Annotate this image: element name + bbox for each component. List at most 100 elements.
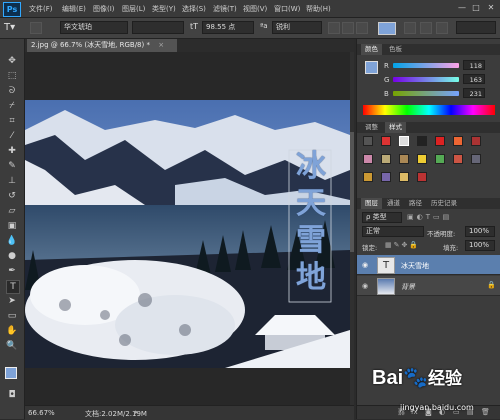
lock-icons[interactable]: ▦✎✥🔒 <box>385 241 420 249</box>
text-orientation-icon[interactable] <box>30 22 42 34</box>
font-style-dropdown[interactable] <box>132 21 184 34</box>
blur-tool-icon[interactable]: 💧 <box>6 235 18 247</box>
zoom-tool-icon[interactable]: 🔍 <box>6 340 18 352</box>
style-swatch[interactable] <box>399 154 409 164</box>
style-swatch[interactable] <box>471 136 481 146</box>
tab-channels[interactable]: 通道 <box>383 198 404 209</box>
menu-filter[interactable]: 滤镜(T) <box>213 4 237 14</box>
style-swatch[interactable] <box>363 136 373 146</box>
close-tab-button[interactable]: × <box>158 41 164 49</box>
maximize-button[interactable]: □ <box>470 3 482 13</box>
style-swatch[interactable] <box>381 172 391 182</box>
tab-paths[interactable]: 路径 <box>405 198 426 209</box>
visibility-eye-icon[interactable]: ◉ <box>362 261 368 269</box>
menu-type[interactable]: 类型(Y) <box>152 4 176 14</box>
quick-select-tool-icon[interactable]: ⌿ <box>6 100 18 112</box>
zoom-level[interactable]: 66.67% <box>28 409 55 417</box>
vertical-scrollbar[interactable] <box>350 52 354 405</box>
menu-help[interactable]: 帮助(H) <box>306 4 331 14</box>
lasso-tool-icon[interactable]: ᘐ <box>6 85 18 97</box>
dodge-tool-icon[interactable]: ● <box>6 250 18 262</box>
style-swatch[interactable] <box>417 172 427 182</box>
color-spectrum-bar[interactable] <box>363 105 495 115</box>
eraser-tool-icon[interactable]: ▱ <box>6 205 18 217</box>
color-panel-foreground-swatch[interactable] <box>365 61 378 74</box>
tab-history[interactable]: 历史记录 <box>427 198 461 209</box>
document-tab[interactable]: 2.jpg @ 66.7% (冰天雪地, RGB/8) * × <box>27 39 177 52</box>
anti-alias-dropdown[interactable]: 锐利 <box>272 21 322 34</box>
tab-color[interactable]: 颜色 <box>361 44 382 55</box>
style-swatch[interactable] <box>417 154 427 164</box>
layer-name[interactable]: 背景 <box>401 282 415 292</box>
menu-view[interactable]: 视图(V) <box>243 4 267 14</box>
hand-tool-icon[interactable]: ✋ <box>6 325 18 337</box>
style-swatch[interactable] <box>471 154 481 164</box>
style-swatch[interactable] <box>363 172 373 182</box>
menu-window[interactable]: 窗口(W) <box>274 4 300 14</box>
align-left-icon[interactable] <box>328 22 340 34</box>
eyedropper-tool-icon[interactable]: ⁄ <box>6 130 18 142</box>
style-swatch[interactable] <box>417 136 427 146</box>
style-swatch[interactable] <box>363 154 373 164</box>
document-canvas-photo[interactable]: 冰 天 雪 地 <box>25 100 350 368</box>
text-color-swatch[interactable] <box>378 22 396 35</box>
gradient-tool-icon[interactable]: ▣ <box>6 220 18 232</box>
blend-mode-dropdown[interactable]: 正常 <box>362 226 424 237</box>
quick-mask-icon[interactable]: ◘ <box>6 389 18 401</box>
close-window-button[interactable]: ✕ <box>485 3 497 13</box>
type-tool-preset-icon[interactable]: T▾ <box>4 21 24 34</box>
tab-layers[interactable]: 图层 <box>361 198 382 209</box>
style-swatch[interactable] <box>453 136 463 146</box>
fill-field[interactable]: 100% <box>465 240 495 251</box>
layer-filter-icons[interactable]: ▣◐T▭▤ <box>407 213 452 221</box>
menu-file[interactable]: 文件(F) <box>29 4 53 14</box>
opacity-field[interactable]: 100% <box>465 226 495 237</box>
layer-row[interactable]: ◉ 背景 🔒 <box>357 276 500 296</box>
font-family-dropdown[interactable]: 华文琥珀 <box>60 21 128 34</box>
marquee-tool-icon[interactable]: ⬚ <box>6 70 18 82</box>
menu-select[interactable]: 选择(S) <box>182 4 206 14</box>
tab-swatches[interactable]: 色板 <box>385 44 406 55</box>
layer-filter-dropdown[interactable]: ρ 类型 <box>362 212 402 223</box>
clone-stamp-icon[interactable]: ⊥ <box>6 175 18 187</box>
style-swatch[interactable] <box>399 172 409 182</box>
green-slider[interactable] <box>393 77 459 82</box>
brush-tool-icon[interactable]: ✎ <box>6 160 18 172</box>
menu-edit[interactable]: 编辑(E) <box>62 4 86 14</box>
menu-image[interactable]: 图像(I) <box>93 4 115 14</box>
type-tool-icon[interactable]: T <box>6 280 20 294</box>
workspace-dropdown[interactable] <box>456 21 496 34</box>
green-value-field[interactable]: 163 <box>463 74 485 84</box>
blue-slider[interactable] <box>393 91 459 96</box>
style-swatch[interactable] <box>435 154 445 164</box>
3d-icon[interactable] <box>436 22 448 34</box>
tab-adjustments[interactable]: 调整 <box>361 122 382 133</box>
red-value-field[interactable]: 118 <box>463 60 485 70</box>
red-slider[interactable] <box>393 63 459 68</box>
crop-tool-icon[interactable]: ⌗ <box>6 115 18 127</box>
foreground-color-swatch[interactable] <box>5 367 17 379</box>
vertical-text-layer[interactable]: 冰 天 雪 地 <box>293 148 329 296</box>
tab-styles[interactable]: 样式 <box>385 122 406 133</box>
path-select-icon[interactable]: ➤ <box>6 295 18 307</box>
pen-tool-icon[interactable]: ✒ <box>6 265 18 277</box>
layer-name[interactable]: 冰天雪地 <box>401 261 429 271</box>
style-swatch[interactable] <box>453 154 463 164</box>
style-swatch[interactable] <box>435 136 445 146</box>
align-right-icon[interactable] <box>356 22 368 34</box>
minimize-button[interactable]: — <box>456 3 468 13</box>
align-center-icon[interactable] <box>342 22 354 34</box>
warp-text-icon[interactable] <box>404 22 416 34</box>
scrollbar-thumb[interactable] <box>350 132 354 252</box>
style-swatch[interactable] <box>381 154 391 164</box>
visibility-eye-icon[interactable]: ◉ <box>362 282 368 290</box>
layer-row[interactable]: ◉ T 冰天雪地 <box>357 255 500 275</box>
menu-layer[interactable]: 图层(L) <box>122 4 145 14</box>
move-tool-icon[interactable]: ✥ <box>6 55 18 67</box>
trash-icon[interactable]: 🗑 <box>481 408 490 416</box>
history-brush-icon[interactable]: ↺ <box>6 190 18 202</box>
character-panel-icon[interactable] <box>420 22 432 34</box>
status-arrow-icon[interactable]: ▸ <box>135 408 139 416</box>
font-size-field[interactable]: 98.55 点 <box>202 21 254 34</box>
blue-value-field[interactable]: 231 <box>463 88 485 98</box>
